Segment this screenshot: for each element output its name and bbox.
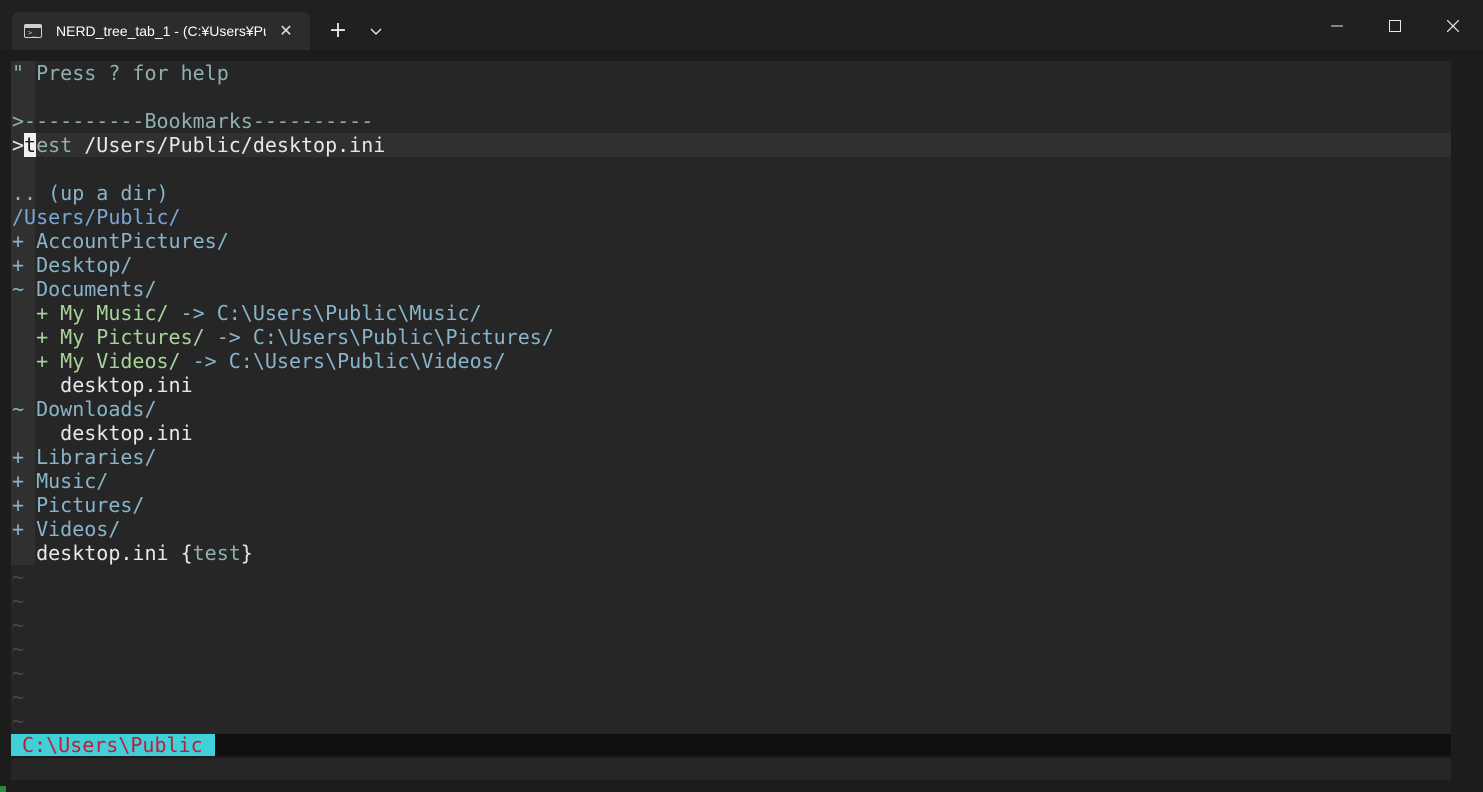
title-bar: >_ NERD_tree_tab_1 - (C:¥Users¥Public) ✕… <box>0 0 1483 51</box>
tree-item-my-videos[interactable]: + My Videos/ -> C:\Users\Public\Videos/ <box>12 349 554 373</box>
status-line: C:\Users\Public <box>11 734 1451 756</box>
empty-line-marker: ~ <box>12 565 25 589</box>
file-name: desktop.ini <box>12 541 181 565</box>
command-line[interactable] <box>11 758 1451 780</box>
symlink-arrow: -> <box>204 325 241 349</box>
collapse-marker: ~ <box>12 397 37 421</box>
tree-item-libraries[interactable]: + Libraries/ <box>12 445 554 469</box>
tree-item-desktop[interactable]: + Desktop/ <box>12 253 554 277</box>
tree-root[interactable]: /Users/Public/ <box>12 205 554 229</box>
symlink-target: C:\Users\Public\Music/ <box>204 301 482 325</box>
expand-marker: + <box>12 517 37 541</box>
tree-item-downloads-desktop-ini[interactable]: desktop.ini <box>12 421 554 445</box>
help-line: " Press ? for help <box>12 61 229 85</box>
tree-item-videos[interactable]: + Videos/ <box>12 517 554 541</box>
nerdtree-buffer[interactable]: " Press ? for help >----------Bookmarks-… <box>12 61 554 733</box>
text-cursor: t <box>24 133 37 157</box>
dir-name: Pictures/ <box>36 493 145 517</box>
maximize-icon <box>1389 20 1401 32</box>
tree-item-account-pictures[interactable]: + AccountPictures/ <box>12 229 554 253</box>
tab-title: NERD_tree_tab_1 - (C:¥Users¥Public) <box>56 23 266 39</box>
bookmark-path: /Users/Public/desktop.ini <box>72 133 386 157</box>
new-tab-button[interactable]: + <box>322 16 354 48</box>
dir-name: Videos/ <box>36 517 121 541</box>
terminal-pane[interactable]: " Press ? for help >----------Bookmarks-… <box>0 50 1483 792</box>
terminal-icon: >_ <box>24 24 42 38</box>
symlink-name: + My Videos/ <box>36 349 181 373</box>
symlink-name: + My Music/ <box>36 301 169 325</box>
close-window-button[interactable] <box>1430 8 1476 44</box>
tree-item-my-pictures[interactable]: + My Pictures/ -> C:\Users\Public\Pictur… <box>12 325 554 349</box>
brace-open: { <box>180 541 193 565</box>
minimize-button[interactable] <box>1314 8 1360 44</box>
empty-line-marker: ~ <box>12 589 25 613</box>
scrollbar[interactable] <box>1455 50 1481 792</box>
bookmark-marker: > <box>12 133 25 157</box>
tree-item-music[interactable]: + Music/ <box>12 469 554 493</box>
bookmarks-header: >----------Bookmarks---------- <box>12 109 374 133</box>
chevron-down-icon <box>370 28 382 35</box>
tree-item-documents-desktop-ini[interactable]: desktop.ini <box>12 373 554 397</box>
dir-name: AccountPictures/ <box>36 229 229 253</box>
tree-item-downloads[interactable]: ~ Downloads/ <box>12 397 554 421</box>
empty-line-marker: ~ <box>12 709 25 733</box>
minimize-icon <box>1331 25 1343 27</box>
status-path: C:\Users\Public <box>11 734 215 756</box>
tree-item-documents[interactable]: ~ Documents/ <box>12 277 554 301</box>
dir-name: Music/ <box>36 469 109 493</box>
expand-marker: + <box>12 445 37 469</box>
close-icon <box>1447 20 1459 32</box>
dir-name: Desktop/ <box>36 253 133 277</box>
tree-item-my-music[interactable]: + My Music/ -> C:\Users\Public\Music/ <box>12 301 554 325</box>
corner-indicator <box>0 786 6 792</box>
bookmark-row[interactable]: >test /Users/Public/desktop.ini <box>12 133 554 157</box>
tree-item-pictures[interactable]: + Pictures/ <box>12 493 554 517</box>
dir-name: Downloads/ <box>36 397 157 421</box>
bookmark-name[interactable]: est <box>36 133 72 157</box>
symlink-arrow: -> <box>180 349 217 373</box>
maximize-button[interactable] <box>1372 8 1418 44</box>
empty-line-marker: ~ <box>12 613 25 637</box>
tree-item-root-desktop-ini[interactable]: desktop.ini {test} <box>12 541 554 565</box>
bookmark-tag: test <box>192 541 241 565</box>
tab-nerd-tree[interactable]: >_ NERD_tree_tab_1 - (C:¥Users¥Public) ✕ <box>12 12 310 51</box>
symlink-arrow: -> <box>168 301 205 325</box>
symlink-name: + My Pictures/ <box>36 325 205 349</box>
expand-marker: + <box>12 253 37 277</box>
brace-close: } <box>240 541 253 565</box>
symlink-target: C:\Users\Public\Pictures/ <box>240 325 554 349</box>
dir-name: Documents/ <box>36 277 157 301</box>
empty-line-marker: ~ <box>12 685 25 709</box>
empty-line-marker: ~ <box>12 637 25 661</box>
expand-marker: + <box>12 469 37 493</box>
tab-close-button[interactable]: ✕ <box>274 17 298 45</box>
expand-marker: + <box>12 229 37 253</box>
empty-line-marker: ~ <box>12 661 25 685</box>
dir-name: Libraries/ <box>36 445 157 469</box>
tab-dropdown-button[interactable] <box>362 16 390 48</box>
up-dir-item[interactable]: .. (up a dir) <box>12 181 554 205</box>
collapse-marker: ~ <box>12 277 37 301</box>
expand-marker: + <box>12 493 37 517</box>
symlink-target: C:\Users\Public\Videos/ <box>216 349 506 373</box>
